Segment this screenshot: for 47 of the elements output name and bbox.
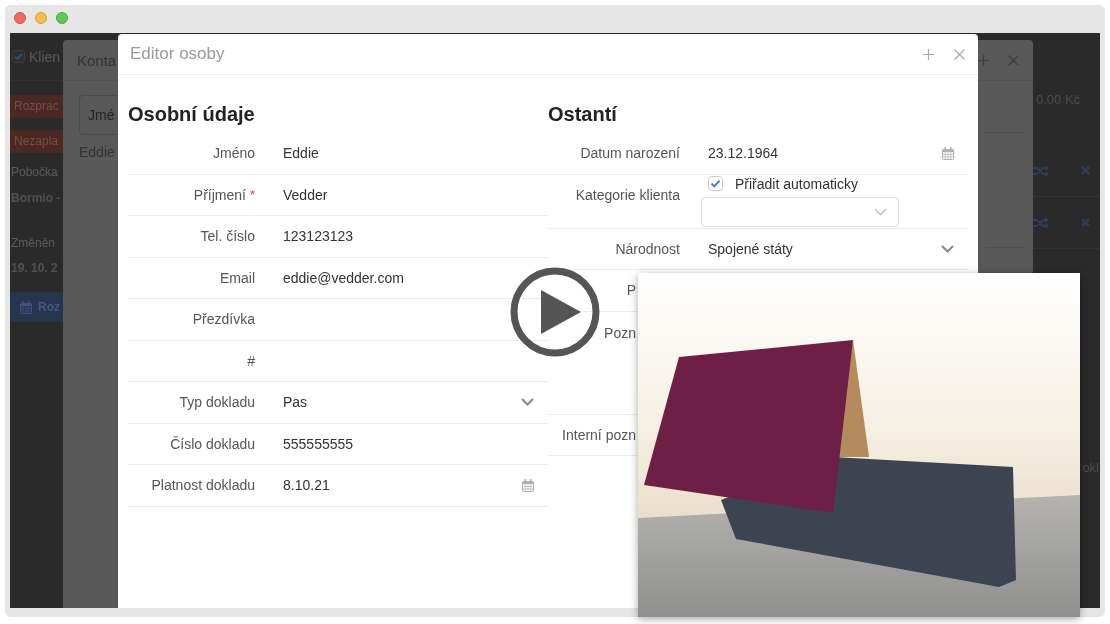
checkbox-label[interactable]: Přiřadit automaticky [735,175,858,192]
checkbox[interactable] [12,50,25,63]
field-label: Platnost dokladu [151,477,255,494]
field-label: Tel. číslo [200,228,255,245]
close-icon[interactable] [954,48,965,60]
field-label: Datum narození [580,145,680,162]
field-label: Jméno [212,145,255,162]
input-field[interactable]: 123123123 [283,228,354,245]
section-heading: Osobní údaje [128,102,256,127]
field-label: Přezdívka [192,311,255,328]
input-field[interactable]: Eddie [283,145,319,162]
field-label: Typ dokladu [179,394,255,411]
select-field[interactable] [701,196,899,227]
input-field[interactable]: Vedder [283,186,328,203]
input-field[interactable]: 555555555 [283,435,354,452]
required-mark: * [249,186,255,202]
chevron-down-icon [941,244,954,253]
field-label: Národnost [615,240,680,257]
calendar-icon [20,300,32,314]
close-window-icon[interactable] [14,12,26,24]
field-label: Číslo dokladu [170,435,255,452]
close-icon[interactable] [1008,54,1019,66]
field-label: Kategorie klienta [575,187,680,203]
field-label: P [626,282,636,299]
select-field[interactable]: Spojené státy [708,240,954,257]
zoom-window-icon[interactable] [56,12,68,24]
section-heading: Ostantí [548,102,619,127]
calendar-icon[interactable] [942,146,954,160]
input-field[interactable]: eddie@vedder.com [283,269,404,286]
plus-icon[interactable] [923,48,934,60]
date-field[interactable]: 8.10.21 [283,477,534,494]
x-icon[interactable] [1081,218,1090,227]
chevron-down-icon [874,207,887,216]
field-label: # [247,352,255,369]
chevron-down-icon [521,398,534,407]
calendar-icon[interactable] [522,478,534,492]
field-label: Email [220,269,255,286]
x-icon[interactable] [1081,166,1090,175]
select-field[interactable]: Pas [283,394,534,411]
field-label: Příjmení [193,186,246,203]
dialog-title: Editor osoby [130,44,225,64]
date-field[interactable]: 23.12.1964 [708,145,954,162]
minimize-window-icon[interactable] [35,12,47,24]
plus-icon[interactable] [978,54,989,66]
play-icon[interactable] [510,267,600,357]
field-label: Pozn [604,324,636,341]
field-label: Interní pozn [562,426,636,443]
